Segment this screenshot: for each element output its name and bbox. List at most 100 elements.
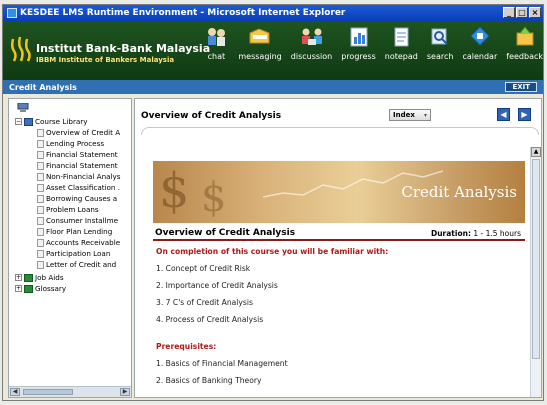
page-icon (37, 128, 44, 137)
page-icon (37, 183, 44, 192)
tree-item[interactable]: Borrowing Causes a (37, 194, 117, 203)
tree-item[interactable]: Problem Loans (37, 205, 99, 214)
arrow-right-icon: ▶ (521, 110, 528, 119)
brand-subtitle: IBBM Institute of Bankers Malaysia (36, 56, 175, 64)
objectives-heading: On completion of this course you will be… (156, 247, 389, 256)
expand-icon[interactable]: + (15, 274, 22, 281)
tree-item[interactable]: Financial Statement (37, 150, 118, 159)
content-vertical-scrollbar[interactable]: ▲ (530, 147, 541, 397)
nav-feedback[interactable]: feedback (506, 25, 543, 61)
library-icon (24, 117, 33, 126)
divider (141, 127, 539, 135)
scroll-thumb[interactable] (23, 389, 73, 395)
course-header: Overview of Credit Analysis Duration: 1 … (153, 225, 525, 241)
page-icon (37, 216, 44, 225)
ie-icon (7, 8, 17, 18)
tree-item-job-aids[interactable]: + Job Aids (15, 273, 64, 282)
window-title: KESDEE LMS Runtime Environment - Microso… (20, 8, 346, 18)
scroll-up-icon[interactable]: ▲ (531, 147, 541, 157)
course-banner: $ $ Credit Analysis (153, 161, 525, 223)
list-item: 4. Process of Credit Analysis (156, 315, 264, 324)
list-item: 1. Basics of Financial Management (156, 359, 288, 368)
minimize-button[interactable]: _ (503, 7, 515, 18)
tree-item[interactable]: Overview of Credit A (37, 128, 120, 137)
expand-icon[interactable]: + (15, 285, 22, 292)
discussion-icon (301, 28, 322, 45)
list-item: 2. Basics of Banking Theory (156, 376, 262, 385)
page-icon (37, 139, 44, 148)
tree-item[interactable]: Non-Financial Analys (37, 172, 121, 181)
page-icon (37, 205, 44, 214)
nav-notepad[interactable]: notepad (385, 25, 418, 61)
tree-item[interactable]: Consumer Installme (37, 216, 118, 225)
brand-name: Institut Bank-Bank Malaysia (36, 42, 211, 55)
dollar-graphic: $ (201, 175, 227, 221)
app-header: Institut Bank-Bank Malaysia IBBM Institu… (3, 21, 543, 80)
scroll-thumb[interactable] (532, 159, 540, 359)
nav-calendar[interactable]: calendar (462, 25, 497, 61)
page-icon (37, 238, 44, 247)
tree-item[interactable]: Participation Loan (37, 249, 110, 258)
scroll-left-icon[interactable]: ◀ (10, 388, 20, 396)
tree-item[interactable]: Asset Classification . (37, 183, 120, 192)
course-tree-panel: − Course Library Overview of Credit A Le… (8, 98, 132, 398)
banner-title: Credit Analysis (401, 183, 517, 201)
ibbm-logo-icon (10, 36, 31, 62)
index-dropdown[interactable]: Index ▾ (389, 109, 431, 121)
page-icon (37, 194, 44, 203)
page-title: Overview of Credit Analysis (141, 111, 282, 121)
tree-horizontal-scrollbar[interactable]: ◀ ▶ (9, 386, 131, 397)
feedback-icon (516, 26, 534, 46)
page-icon (37, 249, 44, 258)
top-nav: chat messaging discussion progress notep… (194, 25, 543, 61)
close-button[interactable]: × (529, 7, 541, 18)
nav-progress[interactable]: progress (341, 25, 376, 61)
nav-discussion[interactable]: discussion (291, 25, 332, 61)
page-icon (37, 150, 44, 159)
notepad-icon (394, 27, 409, 47)
content-panel: Overview of Credit Analysis Index ▾ ◀ ▶ … (134, 98, 542, 398)
chevron-down-icon: ▾ (423, 111, 427, 119)
arrow-left-icon: ◀ (500, 110, 507, 119)
tree-item[interactable]: Floor Plan Lending (37, 227, 112, 236)
tree-item[interactable]: Letter of Credit and (37, 260, 116, 269)
list-item: 2. Importance of Credit Analysis (156, 281, 278, 290)
nav-messaging[interactable]: messaging (238, 25, 282, 61)
chat-icon (208, 28, 226, 46)
nav-chat[interactable]: chat (203, 25, 229, 61)
page-icon (37, 161, 44, 170)
collapse-icon[interactable]: − (15, 118, 22, 125)
next-page-button[interactable]: ▶ (518, 108, 531, 121)
maximize-button[interactable]: □ (516, 7, 528, 18)
browser-window: KESDEE LMS Runtime Environment - Microso… (2, 4, 544, 401)
list-item: 3. 7 C's of Credit Analysis (156, 298, 253, 307)
messaging-icon (249, 28, 270, 44)
nav-search[interactable]: search (427, 25, 453, 61)
window-titlebar: KESDEE LMS Runtime Environment - Microso… (3, 5, 543, 21)
tree-item-glossary[interactable]: + Glossary (15, 284, 66, 293)
progress-icon (350, 27, 367, 47)
tree-item[interactable]: Lending Process (37, 139, 104, 148)
calendar-icon (470, 26, 490, 46)
exit-button[interactable]: EXIT (505, 82, 537, 92)
computer-icon (17, 103, 29, 112)
duration: Duration: 1 - 1.5 hours (430, 229, 521, 238)
course-content: $ $ Credit Analysis Overview of Credit A… (153, 161, 525, 397)
page-icon (37, 260, 44, 269)
course-bar: Credit Analysis EXIT (3, 80, 543, 94)
page-icon (37, 172, 44, 181)
page-icon (37, 227, 44, 236)
course-bar-title: Credit Analysis (9, 82, 77, 92)
tree-root-course-library[interactable]: − Course Library (15, 117, 88, 126)
previous-page-button[interactable]: ◀ (497, 108, 510, 121)
folder-icon (24, 284, 33, 293)
dollar-graphic: $ (159, 163, 190, 219)
list-item: 1. Concept of Credit Risk (156, 264, 251, 273)
scroll-right-icon[interactable]: ▶ (120, 388, 130, 396)
course-title: Overview of Credit Analysis (155, 228, 296, 238)
prerequisites-heading: Prerequisites: (156, 342, 217, 351)
folder-icon (24, 273, 33, 282)
course-tree: − Course Library Overview of Credit A Le… (9, 99, 131, 386)
tree-item[interactable]: Financial Statement (37, 161, 118, 170)
tree-item[interactable]: Accounts Receivable (37, 238, 120, 247)
